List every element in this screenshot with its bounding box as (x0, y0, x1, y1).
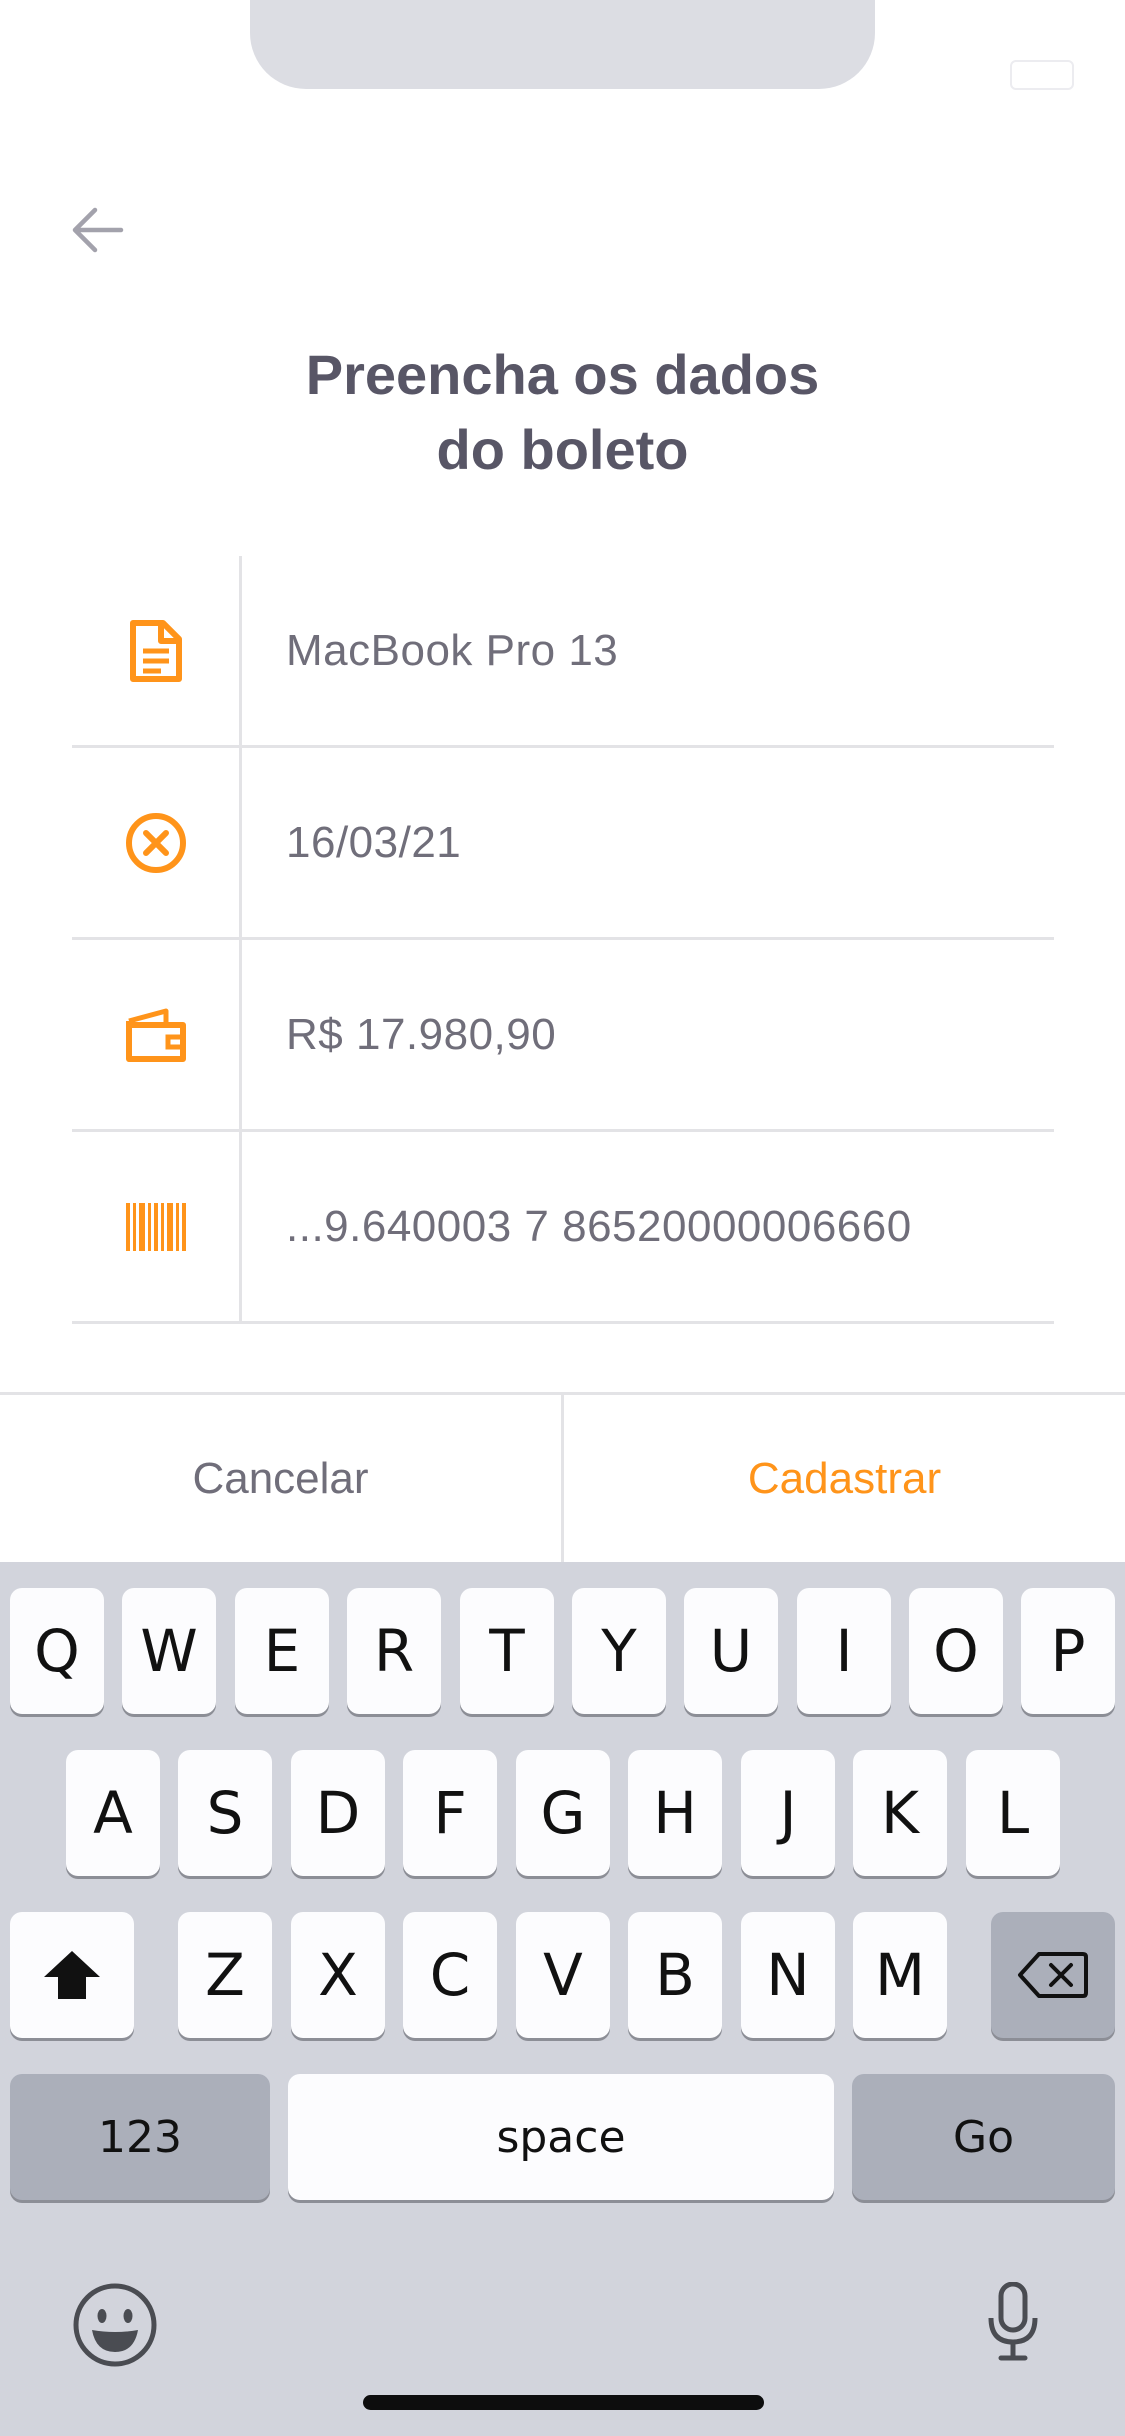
keyboard-row-3: Z X C V B N M (0, 1912, 1125, 2040)
key-v[interactable]: V (516, 1912, 610, 2038)
amount-field[interactable]: R$ 17.980,90 (72, 940, 1054, 1132)
home-indicator[interactable] (363, 2395, 764, 2410)
go-key[interactable]: Go (852, 2074, 1115, 2200)
field-icon-cell (72, 556, 242, 745)
due-date-field[interactable]: 16/03/21 (72, 748, 1054, 940)
key-r[interactable]: R (347, 1588, 441, 1714)
key-p[interactable]: P (1021, 1588, 1115, 1714)
field-icon-cell (72, 748, 242, 937)
arrow-left-icon (72, 207, 124, 253)
shift-key[interactable] (10, 1912, 134, 2038)
key-m[interactable]: M (853, 1912, 947, 2038)
x-circle-icon (125, 812, 186, 873)
keyboard: Q W E R T Y U I O P A S D F G H J K L Z … (0, 1562, 1125, 2436)
field-icon-cell (72, 1132, 242, 1321)
key-j[interactable]: J (741, 1750, 835, 1876)
key-k[interactable]: K (853, 1750, 947, 1876)
emoji-button[interactable] (72, 2282, 158, 2373)
amount-input[interactable]: R$ 17.980,90 (242, 1010, 556, 1060)
key-x[interactable]: X (291, 1912, 385, 2038)
backspace-key[interactable] (991, 1912, 1115, 2038)
key-o[interactable]: O (909, 1588, 1003, 1714)
due-date-input[interactable]: 16/03/21 (242, 818, 461, 868)
space-key[interactable]: space (288, 2074, 834, 2200)
key-u[interactable]: U (684, 1588, 778, 1714)
keyboard-row-1: Q W E R T Y U I O P (0, 1588, 1125, 1716)
page-title: Preencha os dados do boleto (305, 343, 820, 481)
key-w[interactable]: W (122, 1588, 216, 1714)
key-y[interactable]: Y (572, 1588, 666, 1714)
key-f[interactable]: F (403, 1750, 497, 1876)
microphone-icon (988, 2281, 1038, 2361)
device-notch (250, 0, 875, 89)
key-z[interactable]: Z (178, 1912, 272, 2038)
back-button[interactable] (62, 195, 132, 265)
boleto-form: MacBook Pro 13 16/03/21 R$ 17.980,90 ...… (72, 556, 1054, 1324)
key-i[interactable]: I (797, 1588, 891, 1714)
key-c[interactable]: C (403, 1912, 497, 2038)
wallet-icon (125, 1008, 186, 1062)
key-n[interactable]: N (741, 1912, 835, 2038)
field-icon-cell (72, 940, 242, 1129)
shift-icon (44, 1951, 100, 1999)
backspace-icon (1018, 1952, 1088, 1998)
barcode-field[interactable]: ...9.640003 7 86520000006660 (72, 1132, 1054, 1324)
barcode-input[interactable]: ...9.640003 7 86520000006660 (242, 1202, 912, 1252)
name-input[interactable]: MacBook Pro 13 (242, 626, 618, 676)
document-icon (129, 619, 182, 682)
key-l[interactable]: L (966, 1750, 1060, 1876)
cancel-button[interactable]: Cancelar (0, 1395, 564, 1562)
key-t[interactable]: T (460, 1588, 554, 1714)
name-field[interactable]: MacBook Pro 13 (72, 556, 1054, 748)
key-a[interactable]: A (66, 1750, 160, 1876)
key-b[interactable]: B (628, 1912, 722, 2038)
key-d[interactable]: D (291, 1750, 385, 1876)
keyboard-row-2: A S D F G H J K L (0, 1750, 1125, 1878)
microphone-button[interactable] (985, 2281, 1041, 2367)
key-q[interactable]: Q (10, 1588, 104, 1714)
key-h[interactable]: H (628, 1750, 722, 1876)
keyboard-row-4: 123 space Go (0, 2074, 1125, 2202)
numbers-key[interactable]: 123 (10, 2074, 270, 2200)
action-bar: Cancelar Cadastrar (0, 1392, 1125, 1562)
register-button[interactable]: Cadastrar (564, 1395, 1125, 1562)
key-s[interactable]: S (178, 1750, 272, 1876)
barcode-icon (125, 1202, 186, 1251)
key-g[interactable]: G (516, 1750, 610, 1876)
emoji-icon (73, 2283, 157, 2367)
key-e[interactable]: E (235, 1588, 329, 1714)
battery-icon (1010, 60, 1074, 90)
